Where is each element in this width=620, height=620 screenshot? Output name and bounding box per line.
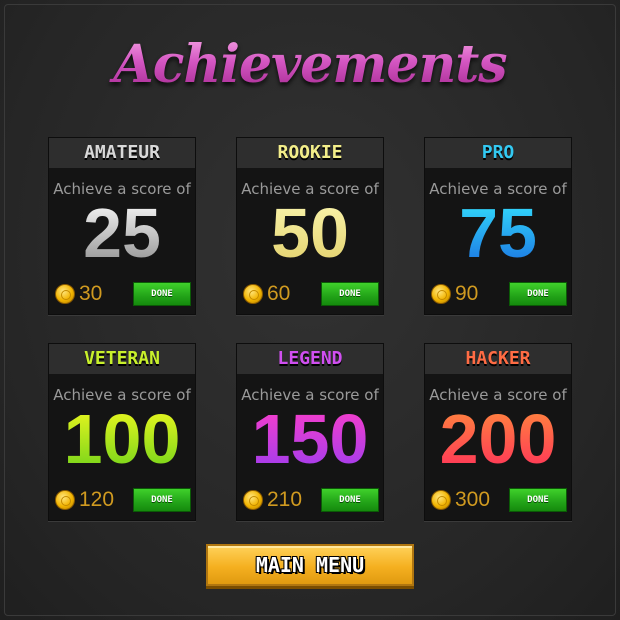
done-button[interactable]: DONE [509, 488, 567, 512]
achievement-target-score: 25 [49, 196, 195, 270]
done-button[interactable]: DONE [509, 282, 567, 306]
achievement-footer: 120 DONE [49, 484, 195, 520]
achievement-footer: 90 DONE [425, 278, 571, 314]
achievement-name: VETERAN [49, 344, 195, 374]
achievement-name: LEGEND [237, 344, 383, 374]
achievement-name: ROOKIE [237, 138, 383, 168]
coin-reward: 210 [267, 488, 303, 511]
coin-reward: 300 [455, 488, 491, 511]
gold-coin-icon [55, 490, 75, 510]
achievement-card-veteran: VETERAN Achieve a score of 100 120 DONE [48, 343, 196, 521]
achievements-grid: AMATEUR Achieve a score of 25 30 DONE RO… [0, 0, 620, 620]
achievement-target-score: 50 [237, 196, 383, 270]
done-button[interactable]: DONE [321, 488, 379, 512]
main-menu-button[interactable]: MAIN MENU [206, 544, 414, 586]
achievement-card-rookie: ROOKIE Achieve a score of 50 60 DONE [236, 137, 384, 315]
done-button[interactable]: DONE [133, 282, 191, 306]
achievement-card-amateur: AMATEUR Achieve a score of 25 30 DONE [48, 137, 196, 315]
achievement-footer: 210 DONE [237, 484, 383, 520]
achievement-card-hacker: HACKER Achieve a score of 200 300 DONE [424, 343, 572, 521]
achievement-name: PRO [425, 138, 571, 168]
achievement-footer: 60 DONE [237, 278, 383, 314]
achievement-name: AMATEUR [49, 138, 195, 168]
achievement-name: HACKER [425, 344, 571, 374]
gold-coin-icon [431, 490, 451, 510]
achievement-target-score: 200 [425, 402, 571, 476]
achievement-target-score: 75 [425, 196, 571, 270]
done-button[interactable]: DONE [321, 282, 379, 306]
coin-reward: 90 [455, 282, 479, 305]
achievement-target-score: 100 [49, 402, 195, 476]
gold-coin-icon [431, 284, 451, 304]
coin-reward: 120 [79, 488, 115, 511]
coin-reward: 60 [267, 282, 291, 305]
achievement-footer: 30 DONE [49, 278, 195, 314]
achievement-card-legend: LEGEND Achieve a score of 150 210 DONE [236, 343, 384, 521]
coin-reward: 30 [79, 282, 103, 305]
gold-coin-icon [243, 284, 263, 304]
achievement-footer: 300 DONE [425, 484, 571, 520]
done-button[interactable]: DONE [133, 488, 191, 512]
gold-coin-icon [55, 284, 75, 304]
achievement-target-score: 150 [237, 402, 383, 476]
achievement-card-pro: PRO Achieve a score of 75 90 DONE [424, 137, 572, 315]
gold-coin-icon [243, 490, 263, 510]
